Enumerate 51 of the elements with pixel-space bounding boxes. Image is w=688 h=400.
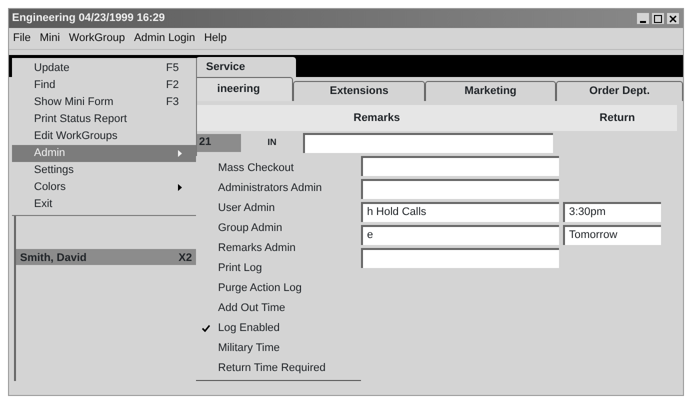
remarks-field[interactable] <box>303 132 553 152</box>
remarks-field[interactable]: e <box>361 224 559 244</box>
menu-item[interactable]: Exit <box>12 196 196 213</box>
menu-item[interactable]: Log Enabled <box>196 318 361 338</box>
tab[interactable]: Service <box>196 57 296 77</box>
checkmark-icon <box>202 324 210 332</box>
remarks-field[interactable] <box>361 156 559 176</box>
menu-item[interactable]: Help <box>204 30 227 47</box>
close-button[interactable] <box>666 12 680 25</box>
menu-item[interactable]: Return Time Required <box>196 358 361 378</box>
remarks-field[interactable] <box>361 178 559 198</box>
column-header: Remarks <box>352 110 401 126</box>
menu-item[interactable]: WorkGroup <box>68 30 125 47</box>
menu-item[interactable]: Print Log <box>196 258 361 278</box>
maximize-icon <box>654 14 662 22</box>
minimize-button[interactable] <box>636 12 650 25</box>
menu-item[interactable]: Mini <box>40 30 60 47</box>
close-icon <box>669 14 677 22</box>
menu-item[interactable]: Settings <box>12 162 196 179</box>
maximize-button[interactable] <box>651 12 665 25</box>
status-label: IN <box>266 136 278 149</box>
menu-item[interactable]: Colors <box>12 179 196 196</box>
menu-item[interactable]: Group Admin <box>196 218 361 238</box>
minimize-icon <box>640 20 646 22</box>
menu-item[interactable]: Update F5 <box>12 60 196 77</box>
submenu-arrow-icon <box>178 150 182 157</box>
menu-item[interactable]: Remarks Admin <box>196 238 361 258</box>
remarks-field[interactable] <box>361 248 559 268</box>
menu-item[interactable]: Edit WorkGroups <box>12 128 196 145</box>
menu-item[interactable]: Mass Checkout <box>196 158 361 178</box>
submenu-arrow-icon <box>178 184 182 191</box>
menu-item[interactable]: Add Out Time <box>196 298 361 318</box>
menu-item[interactable]: Admin <box>12 145 196 162</box>
menu-item[interactable]: File <box>13 30 31 47</box>
menu-item[interactable]: User Admin <box>196 198 361 218</box>
menu-item[interactable]: Admin Login <box>134 30 196 47</box>
tab[interactable]: Extensions <box>293 81 426 101</box>
return-field[interactable]: 3:30pm <box>563 202 661 222</box>
remarks-field[interactable]: h Hold Calls <box>361 202 559 222</box>
menu-item[interactable]: Print Status Report <box>12 111 196 128</box>
staff-extension: X2 <box>178 251 192 264</box>
tab[interactable]: Order Dept. <box>556 81 683 101</box>
menu-item[interactable]: Military Time <box>196 338 361 358</box>
tab[interactable]: Marketing <box>425 81 556 101</box>
menu-item[interactable]: Administrators Admin <box>196 178 361 198</box>
menu-item[interactable]: Purge Action Log <box>196 278 361 298</box>
staff-name: Smith, David <box>20 251 87 264</box>
window-title: Engineering 04/23/1999 16:29 <box>12 11 166 26</box>
return-field[interactable]: Tomorrow <box>563 224 661 244</box>
number-cell: 21 <box>196 134 241 152</box>
column-header: Return <box>598 110 636 126</box>
